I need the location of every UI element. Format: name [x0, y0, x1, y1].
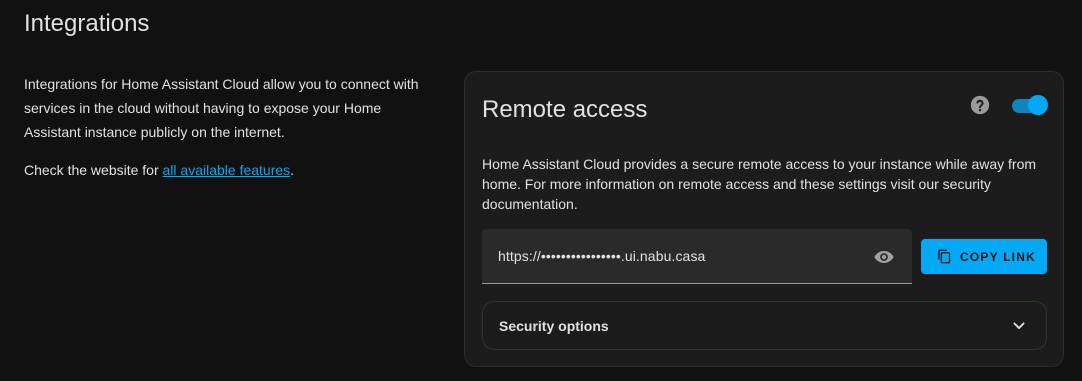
remote-access-title: Remote access [482, 96, 648, 123]
all-features-link[interactable]: all available features [163, 162, 291, 178]
security-options-label: Security options [499, 318, 609, 334]
features-prefix: Check the website for [24, 162, 163, 178]
remote-access-toggle[interactable] [1010, 92, 1048, 118]
copy-link-label: COPY LINK [960, 250, 1036, 264]
cloud-integrations-page: Integrations Integrations for Home Assis… [0, 0, 1082, 381]
copy-link-button[interactable]: COPY LINK [921, 239, 1047, 274]
eye-icon[interactable] [873, 246, 895, 268]
intro-paragraph: Integrations for Home Assistant Cloud al… [24, 76, 419, 140]
remote-url-field[interactable]: https://••••••••••••••••.ui.nabu.casa [482, 229, 912, 284]
remote-access-description: Home Assistant Cloud provides a secure r… [482, 156, 1037, 212]
section-title: Integrations [24, 10, 150, 37]
security-options-expander[interactable]: Security options [482, 301, 1047, 350]
toggle-thumb [1028, 95, 1048, 115]
remote-url-value: https://••••••••••••••••.ui.nabu.casa [498, 248, 706, 264]
chevron-down-icon [1013, 322, 1025, 329]
intro-text: Integrations for Home Assistant Cloud al… [24, 72, 434, 182]
help-circle-icon[interactable] [969, 94, 991, 116]
intro-paragraph-features: Check the website for all available feat… [24, 158, 434, 182]
remote-access-card: Remote access Home Assistant Cloud provi… [464, 71, 1064, 367]
copy-icon [938, 249, 951, 264]
features-suffix: . [290, 162, 295, 178]
